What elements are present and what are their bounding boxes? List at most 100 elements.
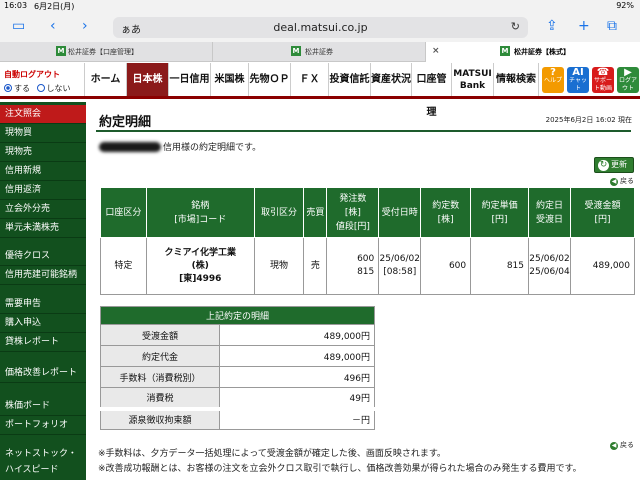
support-video-label: サポート動画 xyxy=(593,77,612,92)
cell-dates: 25/06/02 25/06/04 xyxy=(528,237,571,295)
sidebar-item-price-improvement[interactable]: 価格改善レポート xyxy=(0,364,86,383)
reload-icon[interactable]: ↻ xyxy=(511,20,520,33)
nav-us-stock[interactable]: 米国株 xyxy=(210,63,248,96)
ai-chat-button[interactable]: AI チャット xyxy=(567,67,589,93)
forward-arrow-icon[interactable]: › xyxy=(82,18,88,34)
support-video-icon: ☎ xyxy=(596,67,610,78)
page-message: 信用様の約定明細です。 xyxy=(99,140,261,153)
auto-logout-on-radio[interactable] xyxy=(4,84,12,92)
sidebar-item-subscription[interactable]: 購入申込 xyxy=(0,314,86,333)
nav-info-search[interactable]: 情報検索 xyxy=(493,63,539,96)
detail-row: 受渡金額 489,000円 xyxy=(100,324,375,346)
cell-issue[interactable]: クミアイ化学工業 (株) [東]4996 xyxy=(145,237,255,295)
auto-logout: 自動ログアウト する しない xyxy=(4,69,82,94)
detail-header-row: 上記約定の明細 xyxy=(100,306,375,325)
cell-exec-price: 815 xyxy=(470,237,529,295)
sidebar-item-cash-buy[interactable]: 現物買 xyxy=(0,124,86,143)
logout-icon: ▶ xyxy=(624,67,632,78)
nav-investment-trust[interactable]: 投資信託 xyxy=(328,63,370,96)
status-battery: 92% xyxy=(616,1,634,10)
col-side: 売買 xyxy=(303,187,328,238)
nav-home[interactable]: ホーム xyxy=(84,63,126,96)
back-circle-icon: ◀ xyxy=(610,442,618,450)
logout-button[interactable]: ▶ ログアウト xyxy=(617,67,639,93)
detail-row: 約定代金 489,000円 xyxy=(100,345,375,367)
tab-label: 松井証券【口座管理】 xyxy=(68,48,138,56)
support-video-button[interactable]: ☎ サポート動画 xyxy=(592,67,614,93)
col-issue: 銘柄 [市場]コード xyxy=(145,187,255,238)
auto-logout-off-label: しない xyxy=(46,84,71,93)
status-date: 6月2日(月) xyxy=(34,2,75,11)
sidebar-item-yutai-cross[interactable]: 優待クロス xyxy=(0,247,86,266)
sidebar-item-lending-report[interactable]: 貸株レポート xyxy=(0,333,86,352)
detail-row: 消費税 49円 xyxy=(100,387,375,409)
sidebar-item-highspeed[interactable]: ハイスピード xyxy=(0,461,86,480)
close-tab-icon[interactable]: × xyxy=(432,46,440,56)
detail-table: 上記約定の明細 受渡金額 489,000円 約定代金 489,000円 手数料（消費… xyxy=(100,306,375,430)
title-divider xyxy=(96,130,631,132)
tab-account[interactable]: M 松井証券【口座管理】 xyxy=(0,42,213,62)
sidebar-item-margin-new[interactable]: 信用新規 xyxy=(0,162,86,181)
tab-overview-icon[interactable]: ⧉ xyxy=(607,18,617,34)
tab-stock[interactable]: × M 松井証券【株式】 xyxy=(426,42,640,62)
sidebar-item-off-floor[interactable]: 立会外分売 xyxy=(0,200,86,219)
sidebar-item-portfolio[interactable]: ポートフォリオ xyxy=(0,416,86,435)
cell-order-qty: 600 815 xyxy=(326,237,380,295)
sidebar-item-margin-repay[interactable]: 信用返済 xyxy=(0,181,86,200)
help-icon: ? xyxy=(550,67,556,78)
message-text: 信用様の約定明細です。 xyxy=(163,143,262,153)
detail-label: 約定代金 xyxy=(100,345,220,367)
sidebar-item-short-available[interactable]: 信用売建可能銘柄 xyxy=(0,266,86,285)
address-bar[interactable]: ぁあ deal.matsui.co.jp ↻ xyxy=(113,17,528,38)
note-improvement: ※改善成功報酬とは、お客様の注文を立会外クロス取引で執行し、価格改善効果が得られ… xyxy=(98,464,582,474)
sidebar-toggle-icon[interactable]: ▭ xyxy=(12,18,25,34)
nav-japan-stock[interactable]: 日本株 xyxy=(126,63,168,96)
nav-day-margin[interactable]: 一日信用 xyxy=(168,63,210,96)
new-tab-icon[interactable]: + xyxy=(578,18,590,34)
detail-label: 源泉徴収拘束額 xyxy=(100,406,220,430)
share-icon[interactable]: ⇪ xyxy=(546,18,558,34)
detail-row: 手数料（消費税別） 496円 xyxy=(100,366,375,388)
nav-fx[interactable]: ＦＸ xyxy=(290,63,328,96)
nav-futures-options[interactable]: 先物ＯＰ xyxy=(248,63,290,96)
sidebar-item-order-inquiry[interactable]: 注文照会 xyxy=(0,105,86,124)
cell-account: 特定 xyxy=(100,237,147,295)
col-received: 受付日時 xyxy=(378,187,422,238)
auto-logout-label: 自動ログアウト xyxy=(4,70,60,79)
cell-amount: 489,000 xyxy=(569,237,636,295)
refresh-button[interactable]: ↻ 更新 xyxy=(594,157,634,173)
tab-bar: M 松井証券【口座管理】 M 松井証券 × M 松井証券【株式】 xyxy=(0,42,640,62)
browser-toolbar: ▭ ‹ › ぁあ deal.matsui.co.jp ↻ ⇪ + ⧉ xyxy=(0,12,640,42)
auto-logout-off-radio[interactable] xyxy=(36,84,45,92)
ai-chat-label: チャット xyxy=(569,77,587,92)
sidebar-item-cash-sell[interactable]: 現物売 xyxy=(0,143,86,162)
col-exec-qty: 約定数 [株] xyxy=(420,187,472,238)
help-button[interactable]: ? ヘルプ xyxy=(542,67,564,93)
nav-matsui-bank[interactable]: MATSUI Bank xyxy=(451,63,493,96)
note-commission: ※手数料は、夕方データ一括処理によって受渡金額が確定した後、画面反映されます。 xyxy=(98,449,446,459)
back-label: 戻る xyxy=(620,441,634,449)
redacted-name xyxy=(99,142,161,152)
tab-matsui[interactable]: M 松井証券 xyxy=(213,42,426,62)
tab-label: 松井証券【株式】 xyxy=(514,48,570,56)
detail-value: 496円 xyxy=(219,366,375,388)
detail-value: －円 xyxy=(219,406,375,430)
back-link-top[interactable]: ◀ 戻る xyxy=(610,176,634,186)
status-bar: 16:03 6月2日(月) 92% xyxy=(0,0,640,12)
help-icons: ? ヘルプ AI チャット ☎ サポート動画 ▶ ログアウト xyxy=(540,67,640,93)
matsui-favicon-icon: M xyxy=(291,46,301,56)
sidebar: 注文照会 現物買 現物売 信用新規 信用返済 立会外分売 単元未満株売 優待クロ… xyxy=(0,102,86,480)
sidebar-item-odd-lot[interactable]: 単元未満株売 xyxy=(0,219,86,238)
nav-account-management[interactable]: 口座管理 xyxy=(411,63,451,118)
back-link-bottom[interactable]: ◀ 戻る xyxy=(610,440,634,450)
nav-asset-status[interactable]: 資産状況 xyxy=(370,63,411,96)
sidebar-item-demand[interactable]: 需要申告 xyxy=(0,295,86,314)
back-arrow-icon[interactable]: ‹ xyxy=(50,18,56,34)
col-amount: 受渡金額 [円] xyxy=(569,187,636,238)
col-trade-type: 取引区分 xyxy=(253,187,305,238)
detail-value: 49円 xyxy=(219,387,375,409)
detail-label: 手数料（消費税別） xyxy=(100,366,220,388)
sidebar-item-stock-board[interactable]: 株価ボード xyxy=(0,397,86,416)
nav-matsui-bank-line1: MATSUI xyxy=(453,69,492,79)
nav-matsui-bank-line2: Bank xyxy=(459,81,486,91)
